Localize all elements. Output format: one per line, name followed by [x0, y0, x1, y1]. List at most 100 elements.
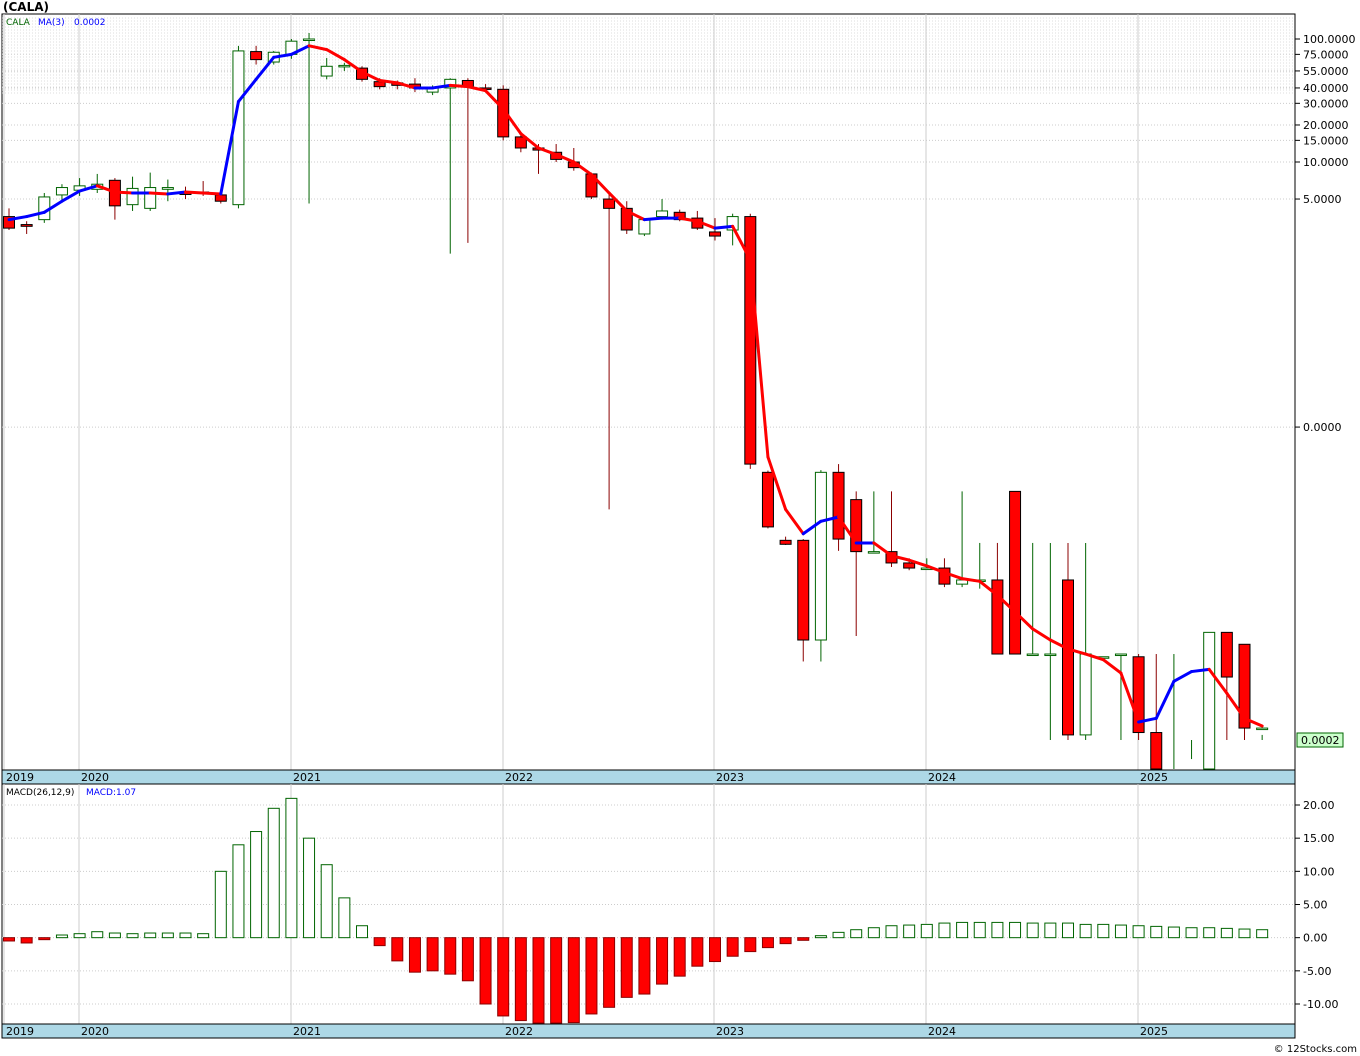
- macd-bar: [1238, 928, 1251, 939]
- macd-bar: [55, 934, 68, 939]
- chart-area: 100.0000 75.0000 55.0000 40.0000 30.0000 20.0…: [0, 0, 1360, 1056]
- macd-bar: [903, 924, 916, 939]
- macd-bar: [514, 937, 527, 1022]
- candle-body: [832, 471, 845, 540]
- ticker-title: (CALA): [3, 0, 49, 14]
- macd-bar: [250, 831, 263, 939]
- macd-bar: [303, 837, 316, 939]
- macd-bar: [179, 932, 192, 939]
- macd-bar: [214, 870, 227, 939]
- macd-bar: [1044, 922, 1057, 939]
- macd-x-axis-band: [1, 1023, 1296, 1039]
- macd-bar: [144, 932, 157, 939]
- macd-bar: [285, 797, 298, 939]
- candle-body: [214, 194, 227, 202]
- macd-bar: [1132, 925, 1145, 939]
- price-tick-label: 55.0000: [1303, 65, 1349, 78]
- macd-bar: [161, 932, 174, 939]
- price-tick-label: 15.0000: [1303, 134, 1349, 147]
- macd-bar: [1097, 923, 1110, 939]
- candle-body: [126, 187, 139, 206]
- macd-bar: [1114, 924, 1127, 939]
- macd-bar: [426, 937, 439, 972]
- legend-symbol: CALA: [6, 18, 31, 28]
- price-tick-label: 30.0000: [1303, 97, 1349, 110]
- macd-bar: [38, 937, 51, 941]
- ma-segment: [642, 216, 664, 222]
- ma-segment: [448, 83, 470, 89]
- macd-bar: [1256, 929, 1269, 939]
- price-tick-label: 100.0000: [1303, 33, 1356, 46]
- candle-body: [144, 187, 157, 209]
- macd-bar: [973, 921, 986, 939]
- macd-tick-label: 5.00: [1303, 899, 1328, 912]
- price-tick-label: 0.0000: [1303, 421, 1342, 434]
- macd-bar: [391, 937, 404, 962]
- year-label: 2023: [716, 771, 744, 784]
- macd-bar: [532, 937, 545, 1024]
- macd-bar: [1203, 927, 1216, 939]
- candle-body: [603, 198, 616, 209]
- macd-bar: [3, 937, 15, 942]
- candle-body: [1026, 653, 1039, 657]
- candle-body: [20, 224, 33, 227]
- legend-ma-value: 0.0002: [74, 18, 106, 28]
- candle-body: [867, 551, 880, 554]
- year-label: 2023: [716, 1025, 744, 1038]
- macd-bar: [1062, 922, 1074, 939]
- macd-bar: [744, 937, 757, 953]
- macd-bar: [1220, 927, 1233, 939]
- price-tick-label: 10.0000: [1303, 156, 1349, 169]
- macd-tick-label: -10.00: [1303, 998, 1338, 1011]
- candle-body: [1114, 653, 1127, 657]
- year-label: 2024: [928, 1025, 956, 1038]
- price-tick-label: 5.0000: [1303, 193, 1342, 206]
- macd-tick-label: 15.00: [1303, 832, 1335, 845]
- candle-body: [797, 539, 810, 641]
- macd-bar: [620, 937, 633, 998]
- candle-body: [903, 562, 916, 569]
- candle-body: [320, 65, 333, 77]
- macd-bar: [603, 937, 616, 1008]
- macd-bar: [656, 937, 669, 985]
- year-label: 2022: [505, 771, 533, 784]
- macd-bar: [567, 937, 580, 1024]
- candle-body: [1238, 643, 1251, 729]
- macd-bar: [20, 937, 33, 944]
- candle-body: [303, 38, 316, 41]
- macd-bar: [991, 921, 1004, 939]
- macd-bar: [673, 937, 686, 977]
- year-label: 2021: [293, 1025, 321, 1038]
- candle-body: [638, 219, 651, 235]
- candle-body: [1256, 727, 1269, 731]
- macd-bar: [832, 931, 845, 939]
- macd-bar: [444, 937, 457, 975]
- macd-bar: [126, 933, 139, 939]
- candle-body: [779, 539, 792, 545]
- candle-body: [250, 51, 263, 61]
- candle-body: [1062, 579, 1074, 736]
- macd-tick-label: 0.00: [1303, 932, 1328, 945]
- macd-bar: [585, 937, 598, 1015]
- candle-body: [1150, 732, 1163, 770]
- macd-bar: [461, 937, 474, 982]
- year-label: 2022: [505, 1025, 533, 1038]
- ma-segment: [184, 190, 205, 195]
- macd-bar: [1185, 927, 1198, 939]
- macd-tick-label: 10.00: [1303, 865, 1335, 878]
- macd-bar: [920, 923, 933, 939]
- ma-segment: [113, 190, 135, 195]
- year-label: 2025: [1140, 771, 1168, 784]
- price-tick-label: 20.0000: [1303, 119, 1349, 132]
- year-label: 2019: [6, 1025, 34, 1038]
- macd-bar: [320, 864, 333, 939]
- ma-segment: [148, 191, 170, 196]
- candle-body: [814, 471, 827, 641]
- macd-bar: [1009, 921, 1022, 939]
- macd-tick-label: -5.00: [1303, 965, 1331, 978]
- ma-segment: [166, 190, 187, 196]
- candle-body: [338, 64, 351, 68]
- macd-bar: [1079, 923, 1092, 939]
- year-label: 2020: [81, 771, 109, 784]
- candle-body: [656, 210, 669, 218]
